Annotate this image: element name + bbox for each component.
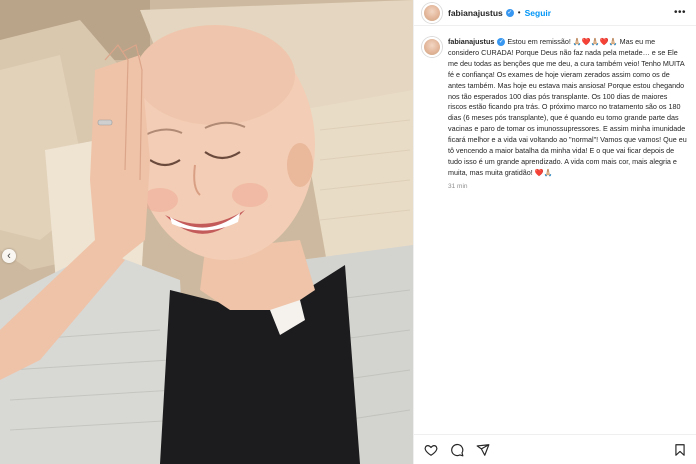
share-icon[interactable] [476, 443, 490, 457]
bookmark-icon[interactable] [673, 443, 687, 457]
post-caption: fabianajustus ✓ Estou em remissão! 🙏🏼❤️🙏… [448, 37, 688, 179]
post-header: fabianajustus ✓ • Seguir ••• [414, 0, 696, 26]
action-bar [414, 434, 696, 464]
chevron-left-icon[interactable]: ‹ [2, 249, 16, 263]
comment-icon[interactable] [450, 443, 464, 457]
caption-avatar[interactable] [422, 37, 442, 57]
caption-section: fabianajustus ✓ Estou em remissão! 🙏🏼❤️🙏… [414, 26, 696, 190]
post-photo[interactable]: ‹ [0, 0, 413, 464]
post-timestamp: 31 min [448, 182, 468, 190]
heart-icon[interactable] [424, 443, 438, 457]
caption-text: Estou em remissão! 🙏🏼❤️🙏🏼❤️🙏🏼 Mas eu me … [448, 37, 689, 177]
avatar[interactable] [422, 2, 442, 23]
header-separator: • [517, 8, 521, 17]
verified-badge-icon: ✓ [505, 8, 514, 17]
post-username[interactable]: fabianajustus [448, 8, 503, 18]
post-side-panel: fabianajustus ✓ • Seguir ••• fabianajust… [413, 0, 696, 464]
follow-button[interactable]: Seguir [525, 8, 551, 18]
caption-verified-icon: ✓ [497, 38, 506, 47]
caption-username[interactable]: fabianajustus [448, 37, 494, 46]
post-photo-illustration [0, 0, 413, 464]
more-options-icon[interactable]: ••• [674, 7, 686, 18]
